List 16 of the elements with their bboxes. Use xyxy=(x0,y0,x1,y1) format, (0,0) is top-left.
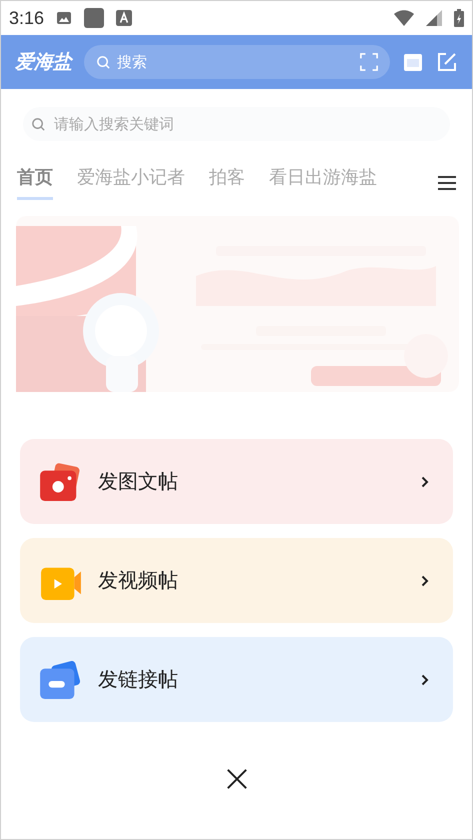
action-card[interactable]: 发视频帖 xyxy=(20,538,453,623)
action-label: 发图文帖 xyxy=(98,468,179,495)
clock-time: 3:16 xyxy=(9,8,44,28)
search-field[interactable]: 搜索 xyxy=(84,45,390,79)
search-field[interactable]: 请输入搜索关键词 xyxy=(23,107,450,141)
category-tab[interactable]: 看日出游海盐 xyxy=(269,165,377,200)
search-placeholder: 搜索 xyxy=(117,52,148,72)
category-tab[interactable]: 首页 xyxy=(17,165,53,200)
search-placeholder: 请输入搜索关键词 xyxy=(54,114,174,134)
action-label: 发链接帖 xyxy=(98,666,179,693)
app-logo: 爱海盐 xyxy=(15,50,72,75)
category-tab[interactable]: 拍客 xyxy=(209,165,245,200)
action-card[interactable]: 发链接帖 xyxy=(20,637,453,722)
action-card[interactable]: 发图文帖 xyxy=(20,439,453,524)
category-tab[interactable]: 爱海盐小记者 xyxy=(77,165,185,200)
action-label: 发视频帖 xyxy=(98,567,179,594)
